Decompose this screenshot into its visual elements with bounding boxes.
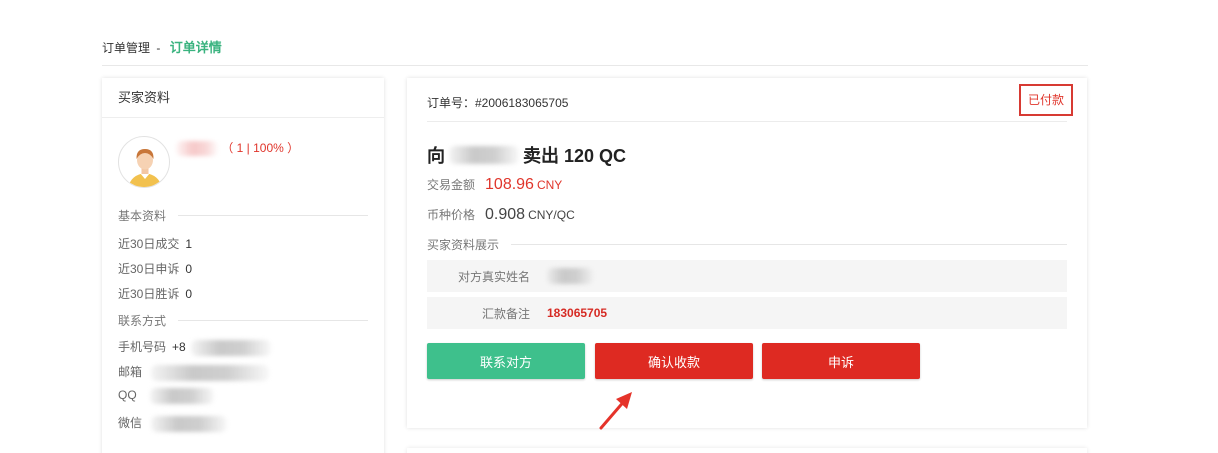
- email-redacted: [151, 364, 270, 381]
- next-card-edge: [407, 448, 1087, 453]
- counterparty-redacted: [449, 146, 519, 164]
- order-headline: 向 卖出 120 QC: [427, 142, 626, 168]
- appeals-30d-value: 0: [185, 262, 193, 276]
- breadcrumb: 订单管理 - 订单详情: [102, 37, 222, 56]
- wins-30d-row: 近30日胜诉 0: [118, 285, 192, 302]
- buyer-profile-card: 买家资料 （ 1 | 100% ） 基本资料 近30日成交 1 近30日申诉 0 近…: [102, 78, 384, 453]
- appeal-button[interactable]: 申诉: [762, 343, 920, 379]
- buyer-info-section-label: 买家资料展示: [427, 238, 500, 252]
- contact-section-label: 联系方式: [118, 314, 167, 328]
- headline-prefix: 向: [427, 146, 445, 166]
- email-row: 邮箱: [118, 363, 270, 381]
- trades-30d-value: 1: [185, 237, 193, 251]
- buyer-card-title: 买家资料: [102, 78, 384, 118]
- coin-price-row: 币种价格 0.908 CNY/QC: [427, 206, 575, 224]
- buyer-info-section: 买家资料展示: [427, 236, 1067, 253]
- real-name-row: 对方真实姓名: [427, 260, 1067, 292]
- trade-amount-label: 交易金额: [427, 178, 476, 192]
- pointer-arrow-icon: [599, 392, 632, 430]
- real-name-redacted: [547, 268, 593, 284]
- qq-label: QQ: [118, 388, 137, 403]
- buyer-name-redacted: [176, 141, 218, 157]
- coin-price-value: 0.908: [485, 206, 526, 223]
- remark-value: 183065705: [547, 306, 608, 320]
- trades-30d-row: 近30日成交 1: [118, 235, 192, 252]
- trade-amount-value: 108.96: [485, 176, 534, 193]
- buyer-stats: （ 1 | 100% ）: [221, 141, 300, 155]
- trades-30d-label: 近30日成交: [118, 237, 180, 251]
- wechat-redacted: [151, 415, 228, 432]
- phone-redacted: [191, 339, 272, 356]
- coin-price-label: 币种价格: [427, 208, 476, 222]
- user-avatar-icon: [128, 149, 162, 187]
- trade-amount-row: 交易金额 108.96 CNY: [427, 176, 562, 194]
- contact-section: 联系方式: [118, 312, 368, 329]
- phone-prefix: +8: [172, 340, 186, 354]
- header-divider: [102, 65, 1088, 66]
- wechat-row: 微信: [118, 414, 228, 432]
- order-header-divider: [427, 121, 1067, 122]
- real-name-label: 对方真实姓名: [457, 269, 530, 284]
- breadcrumb-parent[interactable]: 订单管理: [102, 41, 150, 55]
- qq-row: QQ: [118, 388, 215, 404]
- coin-price-unit: CNY/QC: [528, 208, 575, 222]
- remark-row: 汇款备注 183065705: [427, 297, 1067, 329]
- trade-amount-unit: CNY: [536, 178, 563, 192]
- remark-label: 汇款备注: [481, 306, 530, 321]
- wins-30d-value: 0: [185, 287, 193, 301]
- appeals-30d-label: 近30日申诉: [118, 262, 180, 276]
- avatar: [118, 136, 170, 188]
- phone-label: 手机号码: [118, 340, 167, 354]
- phone-row: 手机号码 +8: [118, 338, 272, 356]
- buyer-name-stats: （ 1 | 100% ）: [176, 139, 300, 157]
- breadcrumb-current: 订单详情: [169, 40, 222, 55]
- confirm-payment-button[interactable]: 确认收款: [595, 343, 753, 379]
- qq-redacted: [150, 388, 215, 404]
- appeals-30d-row: 近30日申诉 0: [118, 260, 192, 277]
- basic-info-section: 基本资料: [118, 207, 368, 224]
- wechat-label: 微信: [118, 416, 143, 430]
- section-divider: [178, 215, 368, 216]
- wins-30d-label: 近30日胜诉: [118, 287, 180, 301]
- headline-suffix: 卖出 120 QC: [523, 146, 627, 166]
- basic-info-section-label: 基本资料: [118, 209, 167, 223]
- section-divider: [178, 320, 368, 321]
- breadcrumb-separator: -: [156, 41, 161, 55]
- order-detail-card: 订单号：#2006183065705 已付款 向 卖出 120 QC 交易金额 …: [407, 78, 1087, 428]
- order-number: 订单号：#2006183065705: [427, 96, 569, 110]
- contact-counterparty-button[interactable]: 联系对方: [427, 343, 585, 379]
- section-divider: [511, 244, 1067, 245]
- status-badge: 已付款: [1019, 84, 1073, 116]
- email-label: 邮箱: [118, 365, 143, 379]
